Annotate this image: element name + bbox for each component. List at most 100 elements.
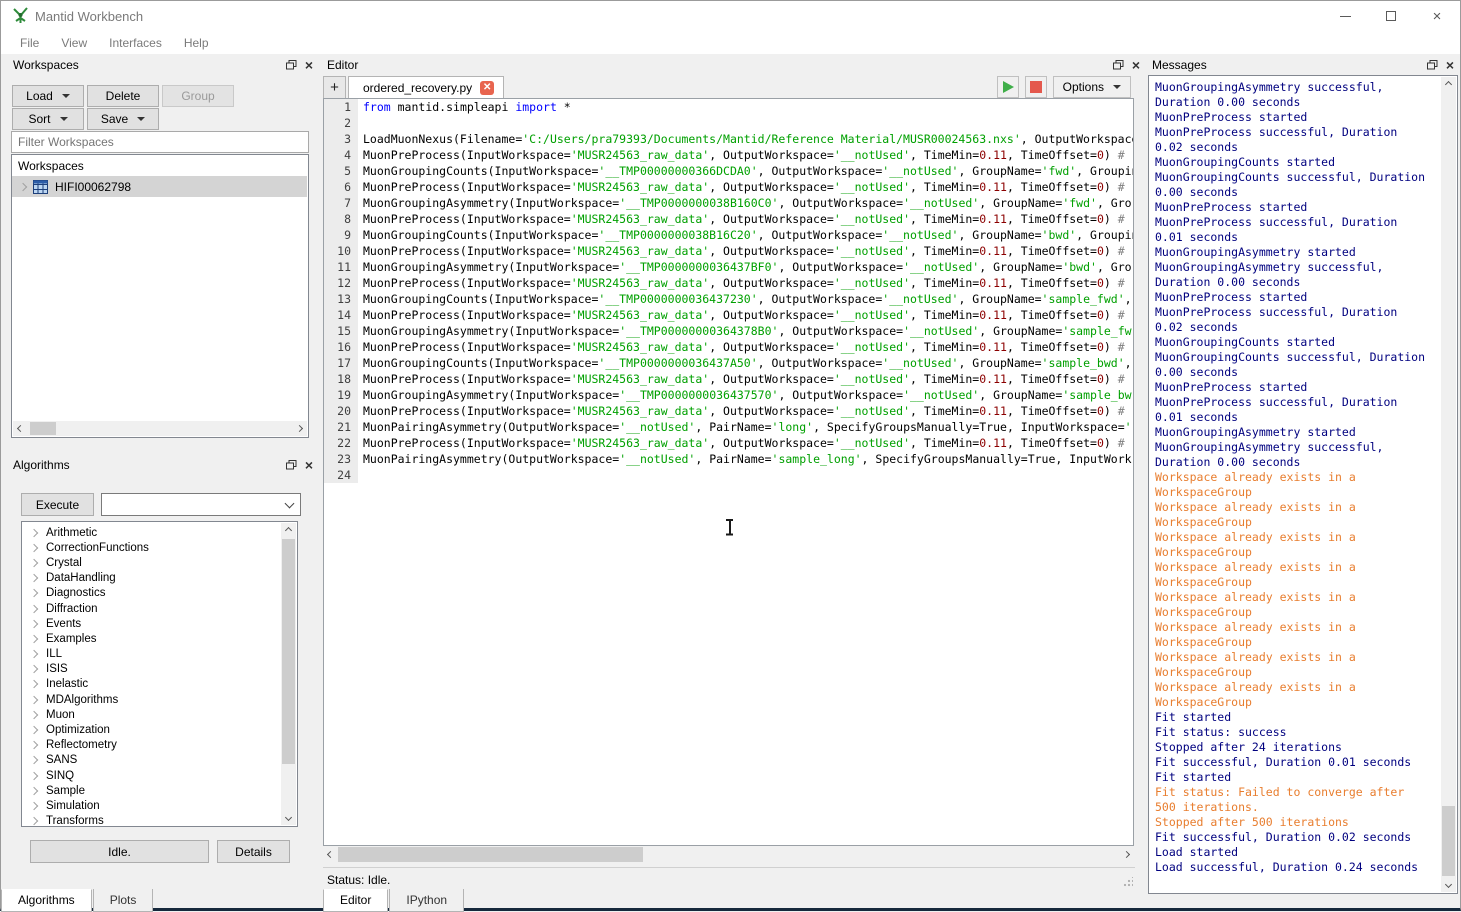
menu-file[interactable]: File (9, 33, 50, 53)
save-button[interactable]: Save (87, 108, 159, 130)
expand-chevron-icon[interactable] (30, 741, 38, 749)
scroll-left-icon[interactable] (13, 421, 28, 436)
expand-chevron-icon[interactable] (30, 756, 38, 764)
tab-plots[interactable]: Plots (93, 889, 154, 912)
abort-script-button[interactable] (1025, 76, 1047, 98)
new-tab-button[interactable]: + (323, 76, 346, 99)
expand-chevron-icon[interactable] (30, 665, 38, 673)
workspace-row-hifi00062798[interactable]: HIFI00062798 (12, 176, 307, 197)
expand-chevron-icon[interactable] (30, 787, 38, 795)
expand-chevron-icon[interactable] (30, 589, 38, 597)
workspaces-horizontal-scrollbar[interactable] (13, 421, 307, 436)
minimize-icon[interactable] (1322, 1, 1368, 31)
algorithm-category-sample[interactable]: Sample (22, 783, 297, 798)
editor-horizontal-scrollbar[interactable] (323, 846, 1134, 863)
group-button[interactable]: Group (162, 85, 234, 107)
tab-ipython[interactable]: IPython (389, 889, 464, 912)
scrollbar-thumb[interactable] (30, 422, 56, 435)
algorithm-category-diagnostics[interactable]: Diagnostics (22, 586, 297, 601)
algorithm-category-events[interactable]: Events (22, 616, 297, 631)
float-panel-icon[interactable] (1427, 60, 1438, 70)
code-editor-area[interactable]: 1from mantid.simpleapi import *23LoadMuo… (323, 98, 1134, 846)
menu-bar: FileViewInterfacesHelp (1, 31, 1460, 54)
algorithm-category-crystal[interactable]: Crystal (22, 555, 297, 570)
workspaces-tree: Workspaces HIFI00062798 (11, 154, 309, 438)
tab-algorithms[interactable]: Algorithms (1, 889, 92, 912)
expand-chevron-icon[interactable] (30, 619, 38, 627)
options-button[interactable]: Options (1053, 76, 1131, 98)
algorithm-category-sans[interactable]: SANS (22, 753, 297, 768)
algorithm-category-simulation[interactable]: Simulation (22, 798, 297, 813)
algorithm-category-correctionfunctions[interactable]: CorrectionFunctions (22, 540, 297, 555)
expand-chevron-icon[interactable] (19, 182, 27, 190)
float-panel-icon[interactable] (1113, 60, 1124, 70)
scrollbar-thumb[interactable] (282, 539, 295, 764)
scroll-up-icon[interactable] (1441, 77, 1456, 92)
close-tab-icon[interactable]: ✕ (480, 81, 494, 95)
expand-chevron-icon[interactable] (30, 559, 38, 567)
algorithm-category-reflectometry[interactable]: Reflectometry (22, 738, 297, 753)
scroll-down-icon[interactable] (1441, 877, 1456, 892)
idle-status-button[interactable]: Idle. (30, 840, 209, 863)
expand-chevron-icon[interactable] (30, 574, 38, 582)
execute-button[interactable]: Execute (21, 493, 94, 516)
algorithm-category-mdalgorithms[interactable]: MDAlgorithms (22, 692, 297, 707)
sort-button[interactable]: Sort (12, 108, 84, 130)
scrollbar-thumb[interactable] (1442, 806, 1455, 876)
menu-help[interactable]: Help (173, 33, 220, 53)
expand-chevron-icon[interactable] (30, 635, 38, 643)
scroll-left-icon[interactable] (323, 847, 338, 862)
expand-chevron-icon[interactable] (30, 817, 38, 825)
scroll-right-icon[interactable] (1119, 847, 1134, 862)
expand-chevron-icon[interactable] (30, 604, 38, 612)
algorithm-category-sinq[interactable]: SINQ (22, 768, 297, 783)
close-panel-icon[interactable]: × (305, 459, 313, 471)
close-icon[interactable]: × (1414, 1, 1460, 31)
menu-view[interactable]: View (50, 33, 98, 53)
algorithm-category-datahandling[interactable]: DataHandling (22, 571, 297, 586)
expand-chevron-icon[interactable] (30, 528, 38, 536)
expand-chevron-icon[interactable] (30, 726, 38, 734)
expand-chevron-icon[interactable] (30, 711, 38, 719)
resize-grip[interactable] (1123, 877, 1133, 887)
algorithm-category-arithmetic[interactable]: Arithmetic (22, 525, 297, 540)
algorithm-search-combobox[interactable] (101, 493, 301, 516)
scrollbar-thumb[interactable] (338, 847, 643, 862)
float-panel-icon[interactable] (286, 460, 297, 470)
menu-interfaces[interactable]: Interfaces (98, 33, 173, 53)
messages-vertical-scrollbar[interactable] (1441, 77, 1456, 892)
scroll-up-icon[interactable] (281, 523, 296, 538)
algorithm-category-optimization[interactable]: Optimization (22, 722, 297, 737)
algorithm-category-diffraction[interactable]: Diffraction (22, 601, 297, 616)
algorithm-category-isis[interactable]: ISIS (22, 662, 297, 677)
expand-chevron-icon[interactable] (30, 680, 38, 688)
expand-chevron-icon[interactable] (30, 802, 38, 810)
messages-log-area[interactable]: MuonGroupingAsymmetry successful, Durati… (1148, 75, 1458, 894)
expand-chevron-icon[interactable] (30, 695, 38, 703)
scroll-right-icon[interactable] (292, 421, 307, 436)
expand-chevron-icon[interactable] (30, 650, 38, 658)
close-panel-icon[interactable]: × (305, 59, 313, 71)
close-panel-icon[interactable]: × (1446, 59, 1454, 71)
tab-editor[interactable]: Editor (323, 889, 388, 912)
algorithm-category-inelastic[interactable]: Inelastic (22, 677, 297, 692)
load-button[interactable]: Load (12, 85, 84, 107)
filter-workspaces-input[interactable] (11, 131, 309, 153)
code-line: 2 (324, 115, 1133, 131)
maximize-icon[interactable] (1368, 1, 1414, 31)
log-line: MuonGroupingAsymmetry successful, Durati… (1155, 80, 1427, 110)
algorithms-vertical-scrollbar[interactable] (281, 523, 296, 825)
expand-chevron-icon[interactable] (30, 544, 38, 552)
algorithm-category-ill[interactable]: ILL (22, 647, 297, 662)
algorithm-category-examples[interactable]: Examples (22, 631, 297, 646)
expand-chevron-icon[interactable] (30, 771, 38, 779)
details-button[interactable]: Details (217, 840, 290, 863)
float-panel-icon[interactable] (286, 60, 297, 70)
algorithm-category-muon[interactable]: Muon (22, 707, 297, 722)
scroll-down-icon[interactable] (281, 810, 296, 825)
tab-ordered-recovery[interactable]: ordered_recovery.py ✕ (348, 76, 504, 99)
run-script-button[interactable] (997, 76, 1019, 98)
close-panel-icon[interactable]: × (1132, 59, 1140, 71)
algorithm-category-transforms[interactable]: Transforms (22, 814, 297, 827)
delete-button[interactable]: Delete (87, 85, 159, 107)
